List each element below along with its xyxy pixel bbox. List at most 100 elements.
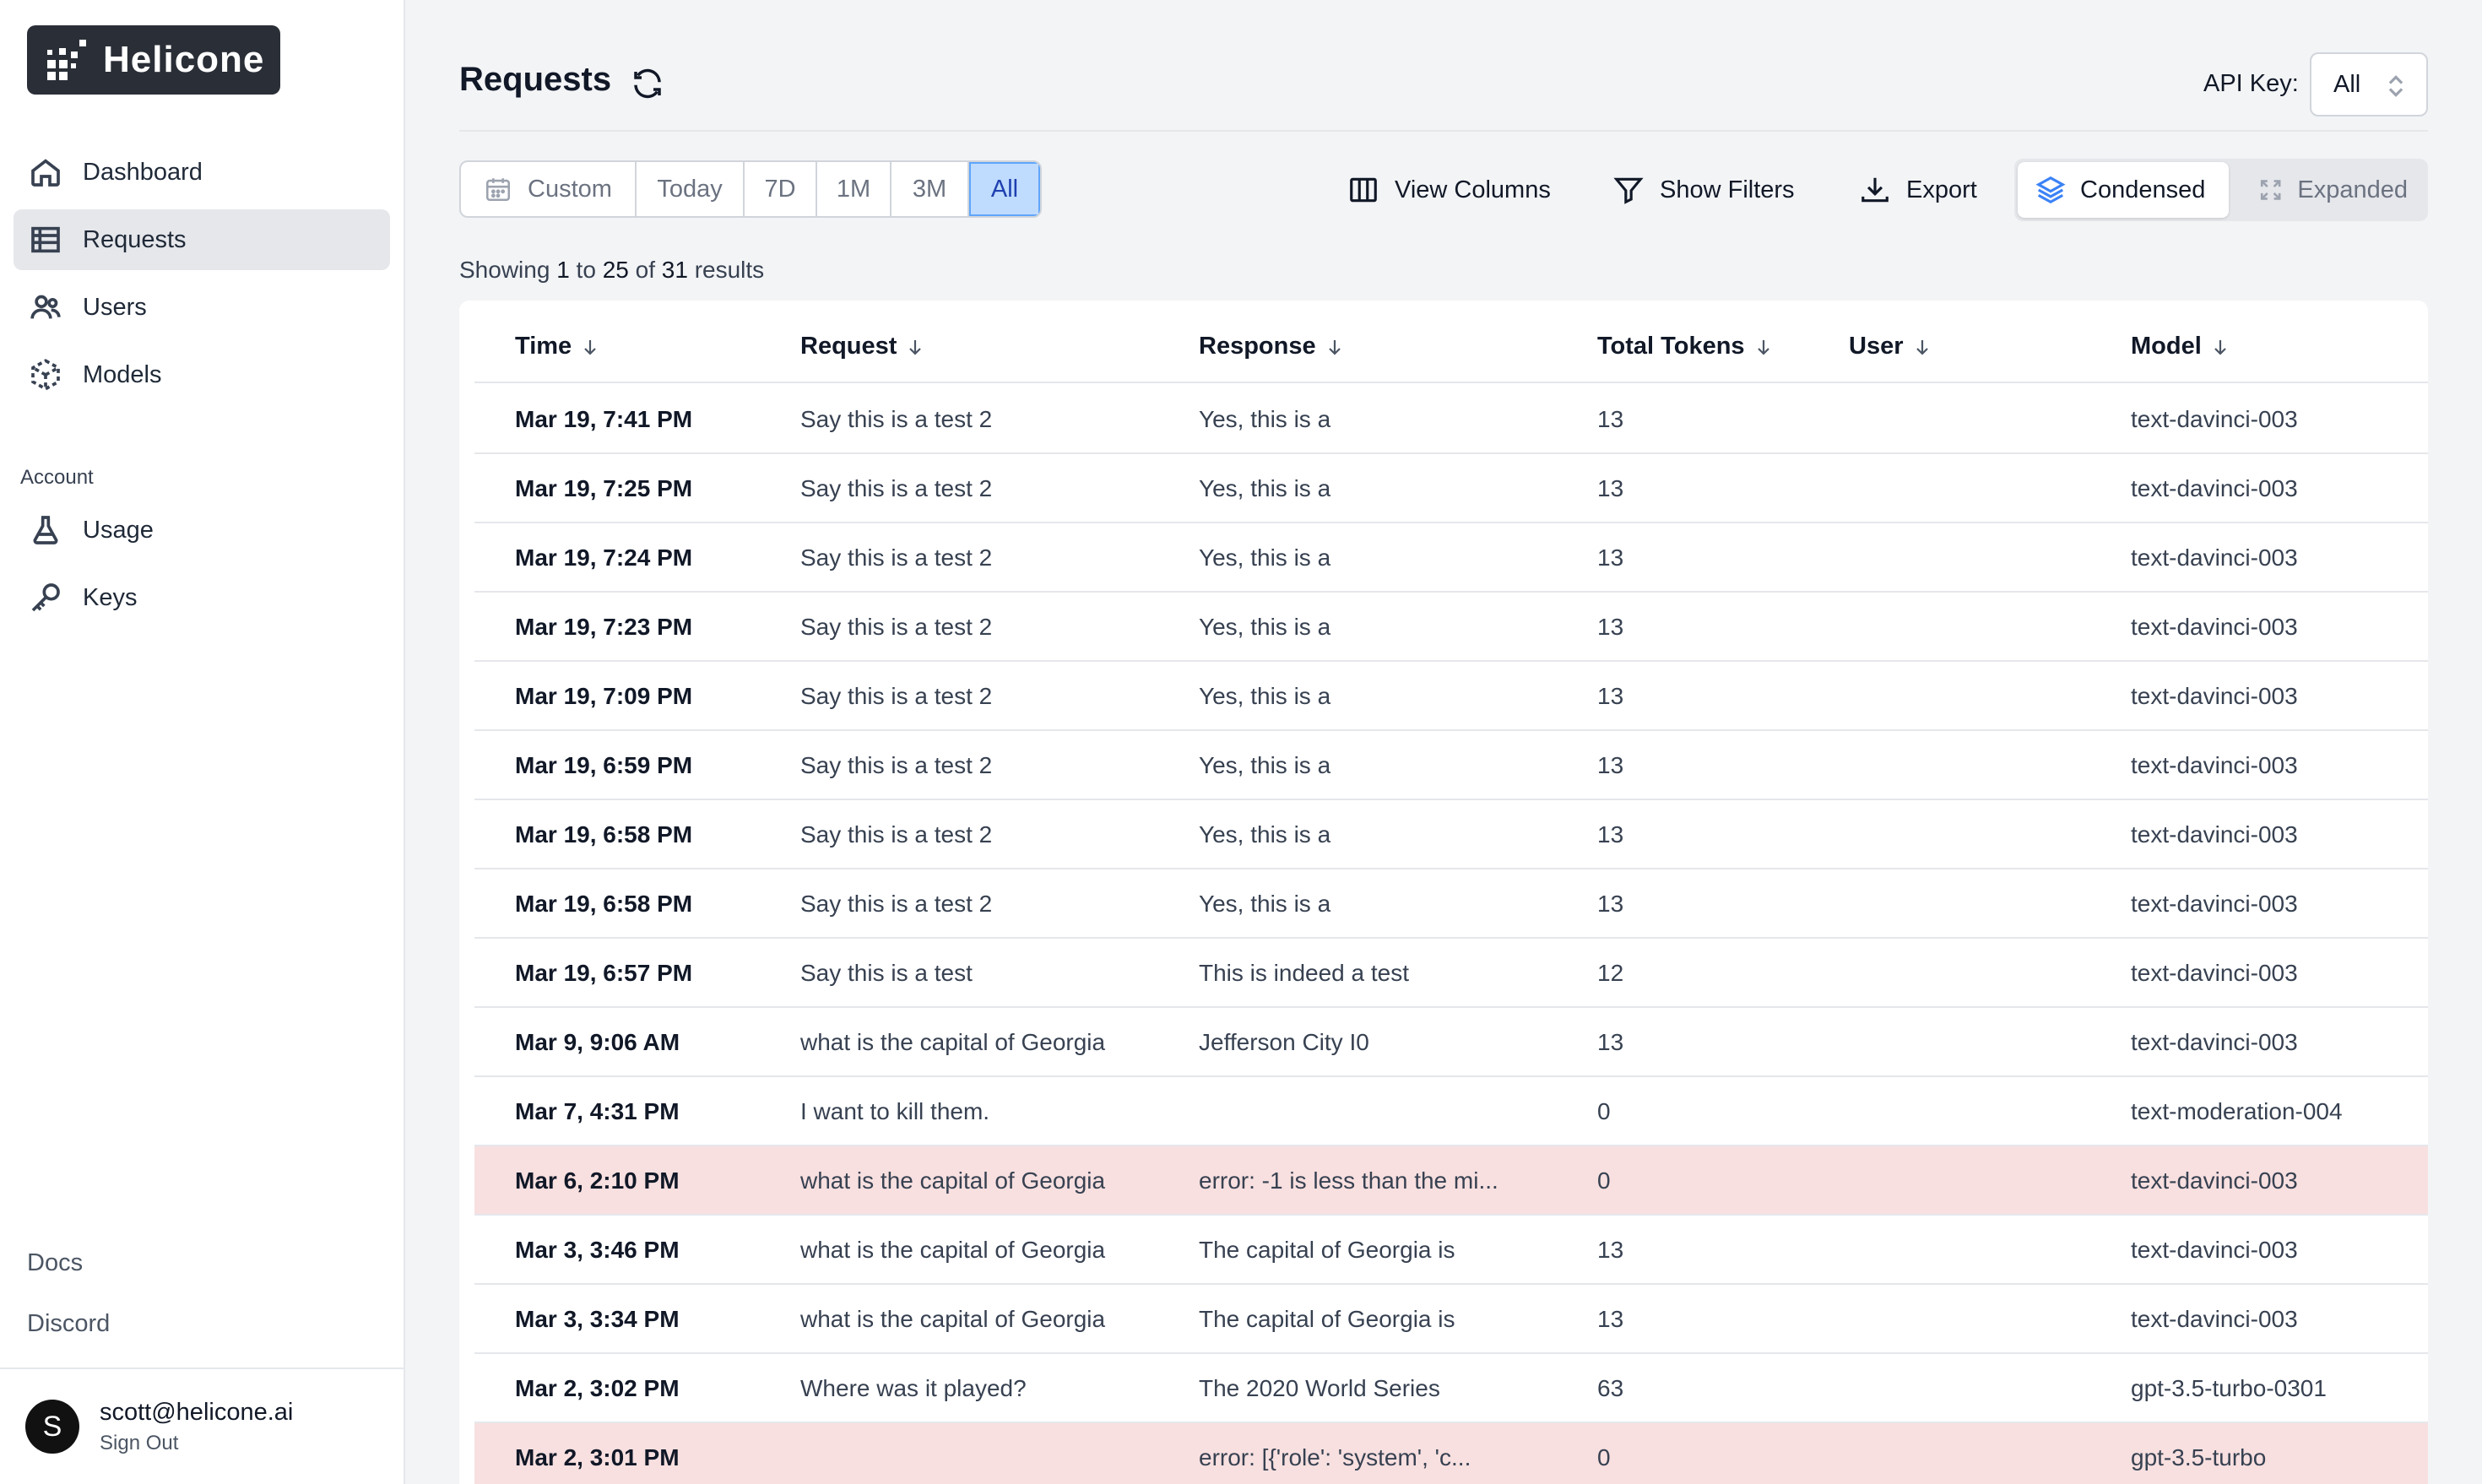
table-row[interactable]: Mar 2, 3:01 PM error: [{'role': 'system',…: [474, 1423, 2428, 1484]
column-header-time[interactable]: Time: [515, 333, 600, 360]
key-icon: [31, 583, 60, 612]
cell-response: The capital of Georgia is: [1199, 1237, 1455, 1263]
table-row[interactable]: Mar 19, 7:41 PM Say this is a test 2 Yes, …: [474, 385, 2428, 454]
cell-request: Say this is a test 2: [800, 544, 993, 571]
sidebar-item-label: Dashboard: [83, 158, 203, 186]
table-row[interactable]: Mar 2, 3:02 PM Where was it played? The 20…: [474, 1354, 2428, 1423]
table-row[interactable]: Mar 19, 6:58 PM Say this is a test 2 Yes, …: [474, 869, 2428, 939]
cell-response: Yes, this is a: [1199, 683, 1331, 709]
discord-link[interactable]: Discord: [27, 1310, 110, 1338]
sidebar-item-requests[interactable]: Requests: [14, 209, 390, 270]
sort-arrow-icon: [584, 339, 596, 355]
cell-tokens: 12: [1597, 960, 1624, 986]
cell-response: Yes, this is a: [1199, 614, 1331, 640]
show-filters-button[interactable]: Show Filters: [1612, 169, 1795, 211]
table-row[interactable]: Mar 19, 6:57 PM Say this is a test This is…: [474, 939, 2428, 1008]
users-icon: [30, 295, 61, 319]
cell-tokens: 13: [1597, 821, 1624, 848]
range-label: Custom: [528, 175, 612, 203]
table-row[interactable]: Mar 19, 7:25 PM Say this is a test 2 Yes, …: [474, 454, 2428, 523]
table-row[interactable]: Mar 19, 6:59 PM Say this is a test 2 Yes, …: [474, 731, 2428, 800]
range-custom-button[interactable]: Custom: [461, 162, 637, 216]
sidebar-item-label: Usage: [83, 516, 154, 544]
avatar[interactable]: S: [25, 1400, 79, 1454]
sidebar-item-dashboard[interactable]: Dashboard: [14, 142, 390, 203]
funnel-icon: [1613, 177, 1644, 204]
cell-model: text-davinci-003: [2131, 614, 2298, 640]
results-from: 1: [556, 257, 570, 283]
expanded-view-button[interactable]: Expanded: [2241, 162, 2425, 218]
column-header-total-tokens[interactable]: Total Tokens: [1597, 333, 1774, 360]
api-key-label: API Key:: [2203, 70, 2299, 97]
table-row[interactable]: Mar 19, 6:58 PM Say this is a test 2 Yes, …: [474, 800, 2428, 869]
cell-time: Mar 3, 3:46 PM: [515, 1237, 680, 1263]
page-title: Requests: [459, 61, 612, 98]
range-all-button[interactable]: All: [969, 162, 1040, 216]
cell-response: Yes, this is a: [1199, 891, 1331, 917]
results-to-word: to: [576, 257, 596, 283]
cell-time: Mar 7, 4:31 PM: [515, 1098, 680, 1124]
cell-tokens: 63: [1597, 1375, 1624, 1401]
cell-model: text-davinci-003: [2131, 406, 2298, 432]
table-row[interactable]: Mar 9, 9:06 AM what is the capital of Geo…: [474, 1008, 2428, 1077]
cell-time: Mar 2, 3:01 PM: [515, 1444, 680, 1470]
table-row[interactable]: Mar 19, 7:23 PM Say this is a test 2 Yes, …: [474, 593, 2428, 662]
sign-out-link[interactable]: Sign Out: [100, 1432, 293, 1455]
range-3m-button[interactable]: 3M: [891, 162, 969, 216]
export-button[interactable]: Export: [1859, 169, 1977, 211]
cell-request: Say this is a test 2: [800, 406, 993, 432]
cell-request: what is the capital of Georgia: [800, 1029, 1106, 1055]
table-row[interactable]: Mar 6, 2:10 PM what is the capital of Geo…: [474, 1146, 2428, 1216]
view-mode-toggle: Condensed Expanded: [2014, 159, 2428, 221]
sort-arrow-icon: [909, 339, 922, 355]
column-header-user[interactable]: User: [1849, 333, 1932, 360]
range-1m-button[interactable]: 1M: [817, 162, 891, 216]
column-header-model[interactable]: Model: [2131, 333, 2230, 360]
sidebar-item-users[interactable]: Users: [14, 277, 390, 338]
cell-time: Mar 19, 7:25 PM: [515, 475, 693, 501]
results-suffix: results: [694, 257, 765, 283]
view-columns-label: View Columns: [1395, 176, 1551, 203]
condensed-view-button[interactable]: Condensed: [2018, 162, 2229, 218]
cell-model: text-davinci-003: [2131, 475, 2298, 501]
cell-time: Mar 19, 7:09 PM: [515, 683, 693, 709]
cell-time: Mar 19, 7:41 PM: [515, 406, 693, 432]
cell-tokens: 0: [1597, 1444, 1611, 1470]
expand-icon: [2260, 180, 2281, 200]
cell-tokens: 13: [1597, 614, 1624, 640]
cell-response: The capital of Georgia is: [1199, 1306, 1455, 1332]
refresh-icon[interactable]: [630, 66, 665, 101]
results-summary: Showing 1 to 25 of 31 results: [459, 257, 764, 284]
column-header-request[interactable]: Request: [800, 333, 925, 360]
column-header-response[interactable]: Response: [1199, 333, 1345, 360]
table-row[interactable]: Mar 19, 7:09 PM Say this is a test 2 Yes, …: [474, 662, 2428, 731]
cell-model: text-davinci-003: [2131, 752, 2298, 778]
api-key-select[interactable]: All: [2310, 52, 2428, 116]
cell-response: Yes, this is a: [1199, 821, 1331, 848]
helicone-logo[interactable]: Helicone: [27, 25, 280, 95]
cell-tokens: 0: [1597, 1167, 1611, 1194]
cell-model: gpt-3.5-turbo-0301: [2131, 1375, 2327, 1401]
cell-model: text-davinci-003: [2131, 544, 2298, 571]
cell-response: error: [{'role': 'system', 'c...: [1199, 1444, 1471, 1470]
sort-arrow-icon: [2214, 339, 2226, 355]
table-icon: [31, 226, 60, 253]
sidebar-item-label: Keys: [83, 583, 138, 611]
sidebar-item-keys[interactable]: Keys: [14, 567, 390, 628]
sidebar: Helicone Dashboard Requests Users Models…: [0, 0, 405, 1484]
sidebar-item-models[interactable]: Models: [14, 344, 390, 405]
download-icon: [1862, 177, 1889, 203]
range-today-button[interactable]: Today: [637, 162, 745, 216]
sidebar-item-usage[interactable]: Usage: [14, 500, 390, 561]
table-row[interactable]: Mar 3, 3:46 PM what is the capital of Geo…: [474, 1216, 2428, 1285]
table-row[interactable]: Mar 3, 3:34 PM what is the capital of Geo…: [474, 1285, 2428, 1354]
cell-response: The 2020 World Series: [1199, 1375, 1440, 1401]
docs-link[interactable]: Docs: [27, 1249, 83, 1277]
view-columns-button[interactable]: View Columns: [1347, 169, 1551, 211]
sort-arrow-icon: [1328, 339, 1341, 355]
export-label: Export: [1906, 176, 1977, 203]
table-row[interactable]: Mar 7, 4:31 PM I want to kill them. 0 text-…: [474, 1077, 2428, 1146]
cell-model: text-davinci-003: [2131, 891, 2298, 917]
range-7d-button[interactable]: 7D: [745, 162, 817, 216]
table-row[interactable]: Mar 19, 7:24 PM Say this is a test 2 Yes, …: [474, 523, 2428, 593]
